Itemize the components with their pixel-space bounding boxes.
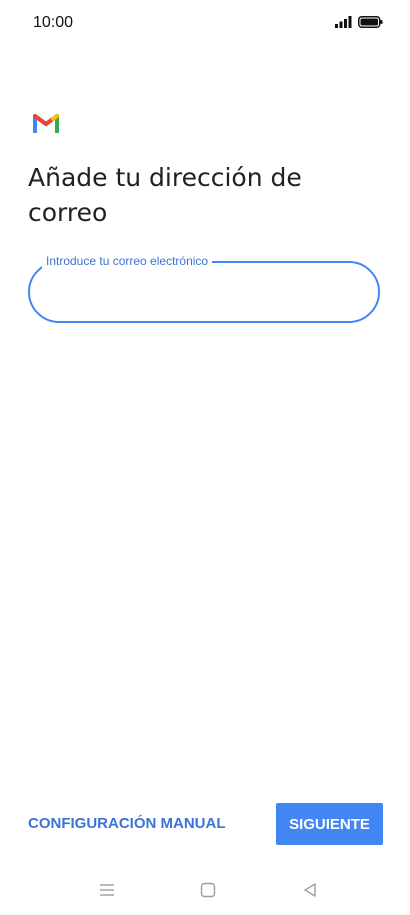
home-icon[interactable] — [196, 878, 220, 902]
page-title: Añade tu dirección de correo — [28, 163, 302, 227]
status-bar: 10:00 — [0, 0, 410, 46]
email-field-label: Introduce tu correo electrónico — [42, 253, 213, 269]
email-field[interactable]: Introduce tu correo electrónico — [28, 253, 380, 323]
next-button[interactable]: SIGUIENTE — [276, 803, 383, 845]
battery-icon — [358, 15, 383, 33]
status-time: 10:00 — [33, 14, 74, 31]
manual-setup-button[interactable]: CONFIGURACIÓN MANUAL — [28, 803, 225, 845]
back-icon[interactable] — [298, 878, 322, 902]
gmail-logo-icon — [33, 112, 59, 134]
signal-icon — [335, 15, 352, 33]
menu-icon[interactable] — [95, 878, 119, 902]
navigation-bar — [0, 872, 410, 908]
status-icons — [335, 15, 383, 33]
email-input[interactable] — [50, 279, 354, 307]
